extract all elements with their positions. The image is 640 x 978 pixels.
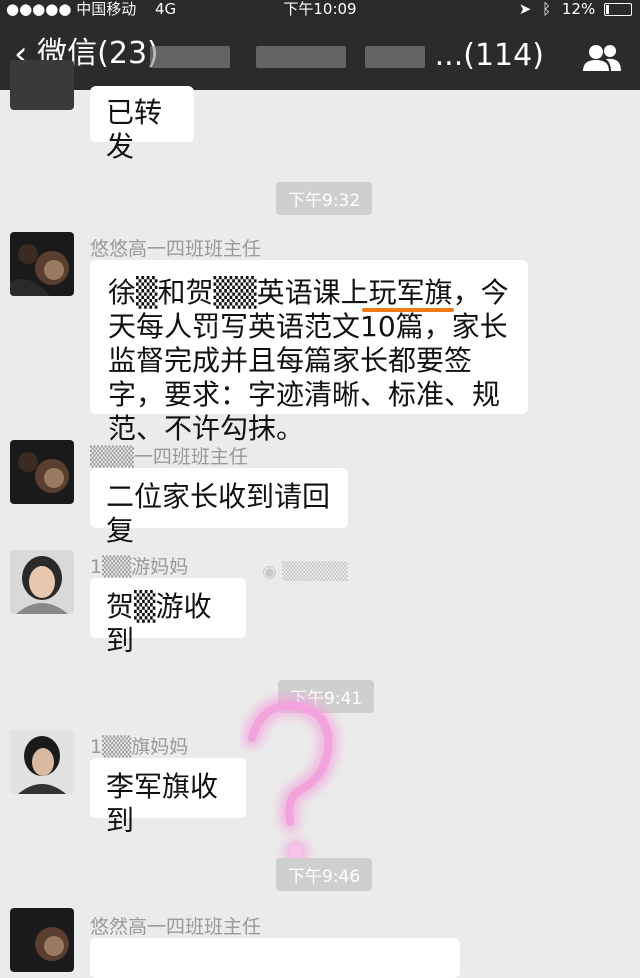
member-count: ...(114) [434, 38, 544, 73]
group-icon[interactable] [582, 44, 622, 72]
watermark-icon: ◉ ▒▒▒▒▒ [262, 562, 348, 582]
message-bubble[interactable]: 徐▒和贺▒▒英语课上玩军旗，今天每人罚写英语范文10篇，家长监督完成并且每篇家长… [90, 260, 528, 445]
message-bubble[interactable]: 李军旗收到 [90, 758, 246, 837]
battery-icon [604, 3, 632, 16]
avatar[interactable] [10, 60, 74, 110]
message-bubble[interactable]: 贺▒游收到 [90, 578, 246, 657]
battery-fill [606, 5, 609, 14]
avatar[interactable] [10, 550, 74, 614]
avatar[interactable] [10, 908, 74, 972]
message-text: 二位家长收到请回复 [106, 480, 331, 547]
message-bubble[interactable]: 已转发 [90, 86, 194, 163]
bluetooth-icon: ᛒ [542, 0, 552, 18]
status-bar: ●●●●● 中国移动 4G 下午10:09 ➤ ᛒ 12% [0, 0, 640, 18]
sender-name: 悠悠高一四班班主任 [90, 238, 262, 260]
redacted-block [365, 45, 426, 68]
sender-name: 1▒▒游妈妈 [90, 556, 189, 578]
sender-name: 悠然高一四班班主任 [90, 916, 262, 938]
timestamp: 下午9:46 [276, 858, 373, 891]
timestamp: 下午9:32 [276, 182, 373, 215]
location-icon: ➤ [518, 0, 532, 18]
message-text: 已转发 [106, 96, 163, 163]
highlight-underline [362, 308, 454, 312]
sender-name: ▒▒▒一四班班主任 [90, 446, 248, 468]
message-bubble[interactable] [90, 938, 460, 978]
avatar[interactable] [10, 730, 74, 794]
avatar[interactable] [10, 232, 74, 296]
avatar[interactable] [10, 440, 74, 504]
chat-header: ‹ 微信(23) ...(114) [0, 18, 640, 90]
question-mark-icon [242, 695, 339, 864]
chat-title: ...(114) [150, 38, 544, 74]
message-text: 李军旗收到 [106, 770, 219, 837]
battery-percent: 12% [561, 0, 596, 18]
redacted-block [255, 45, 346, 68]
chat-area[interactable]: 已转发 下午9:32 悠悠高一四班班主任 徐▒和贺▒▒英语课上玩军旗，今天每人罚… [0, 60, 640, 978]
sender-name: 1▒▒旗妈妈 [90, 736, 189, 758]
battery: ➤ ᛒ 12% [519, 0, 632, 18]
message-text: 贺▒游收到 [106, 590, 212, 657]
redacted-block [150, 45, 230, 68]
message-text: 徐▒和贺▒▒英语课上玩军旗，今天每人罚写英语范文10篇，家长监督完成并且每篇家长… [108, 276, 509, 445]
message-bubble[interactable]: 二位家长收到请回复 [90, 468, 348, 547]
